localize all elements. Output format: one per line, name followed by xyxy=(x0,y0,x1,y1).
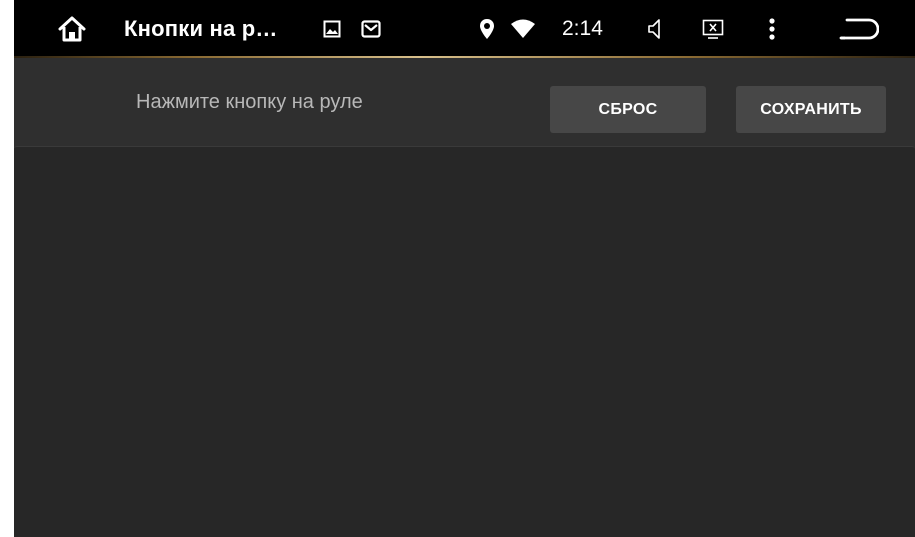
instruction-text: Нажмите кнопку на руле xyxy=(136,90,363,113)
status-bar: Кнопки на р… 2:14 xyxy=(14,0,915,58)
more-vert-icon[interactable] xyxy=(764,0,780,58)
volume-icon[interactable] xyxy=(644,0,666,58)
image-icon xyxy=(320,0,344,58)
buttons-list-panel xyxy=(14,146,915,537)
mail-icon xyxy=(358,0,384,58)
save-button[interactable]: СОХРАНИТЬ xyxy=(736,86,886,133)
window-title: Кнопки на р… xyxy=(124,16,278,41)
location-icon xyxy=(476,0,498,58)
clock-time: 2:14 xyxy=(562,17,603,40)
action-toolbar: Нажмите кнопку на руле СБРОС СОХРАНИТЬ xyxy=(14,58,915,146)
screen-off-icon[interactable] xyxy=(700,0,726,58)
app-screen: Кнопки на р… 2:14 Нажмите кнопку на руле… xyxy=(14,0,915,537)
wifi-icon xyxy=(508,0,538,58)
home-icon[interactable] xyxy=(48,0,96,58)
reset-button[interactable]: СБРОС xyxy=(550,86,706,133)
back-icon[interactable] xyxy=(834,0,884,58)
